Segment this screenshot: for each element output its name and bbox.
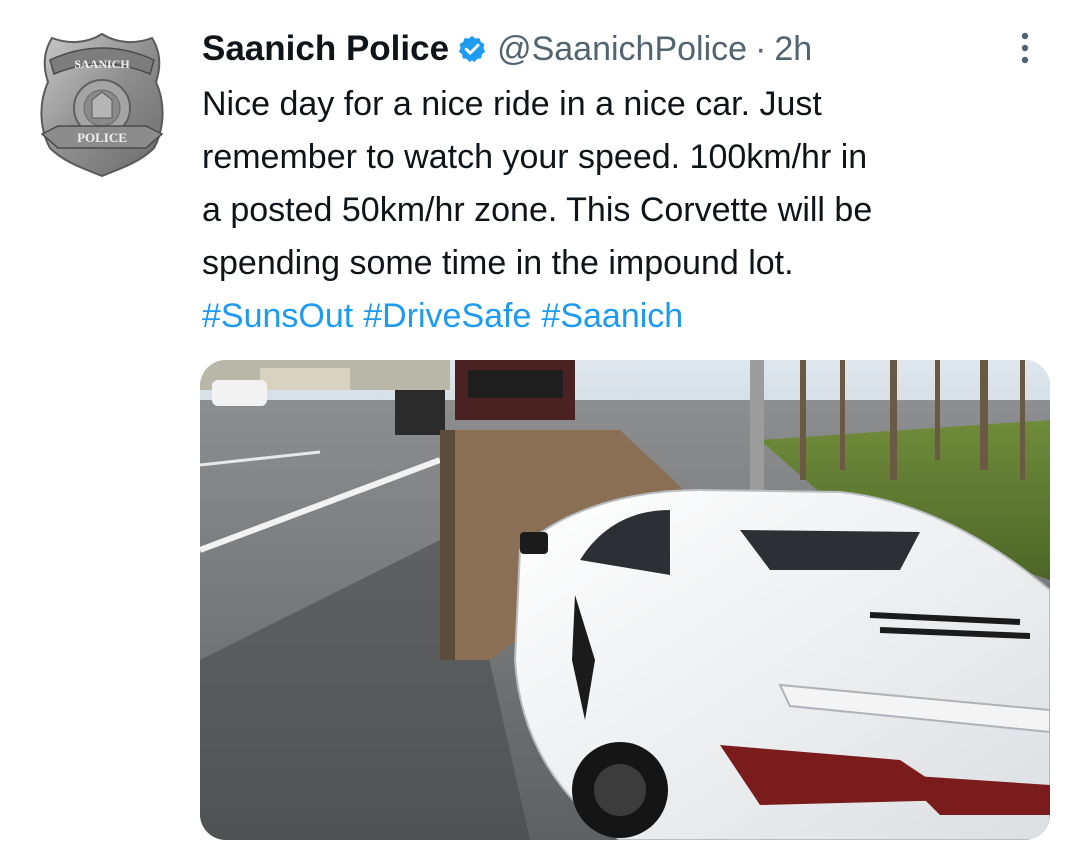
tweet-text-line: spending some time in the impound lot. (202, 244, 794, 282)
tweet-photo[interactable] (200, 360, 1050, 840)
badge-bottom-text: POLICE (77, 130, 127, 145)
verified-badge-icon (458, 35, 486, 63)
tweet-text-line: remember to watch your speed. 100km/hr i… (202, 138, 868, 176)
hashtag-link[interactable]: #Saanich (541, 297, 683, 335)
tweet-timestamp[interactable]: 2h (774, 30, 812, 69)
more-options-icon[interactable] (1014, 28, 1036, 68)
hashtag-list: #SunsOut #DriveSafe #Saanich (202, 290, 1052, 343)
tweet-text-line: a posted 50km/hr zone. This Corvette wil… (202, 191, 873, 229)
corvette-on-tow-truck-photo (200, 360, 1050, 840)
hashtag-link[interactable]: #DriveSafe (363, 297, 531, 335)
author-name[interactable]: Saanich Police (202, 29, 449, 69)
tweet-text-line: Nice day for a nice ride in a nice car. … (202, 85, 822, 123)
author-avatar[interactable]: SAANICH POLICE (36, 30, 168, 180)
separator-dot: · (755, 29, 767, 68)
tweet-body: Nice day for a nice ride in a nice car. … (202, 78, 1052, 343)
police-badge-logo: SAANICH POLICE (40, 32, 164, 178)
author-handle[interactable]: @SaanichPolice (497, 30, 747, 69)
hashtag-link[interactable]: #SunsOut (202, 297, 353, 335)
badge-top-text: SAANICH (74, 57, 130, 71)
tweet-header: Saanich Police @SaanichPolice · 2h (202, 24, 1050, 74)
